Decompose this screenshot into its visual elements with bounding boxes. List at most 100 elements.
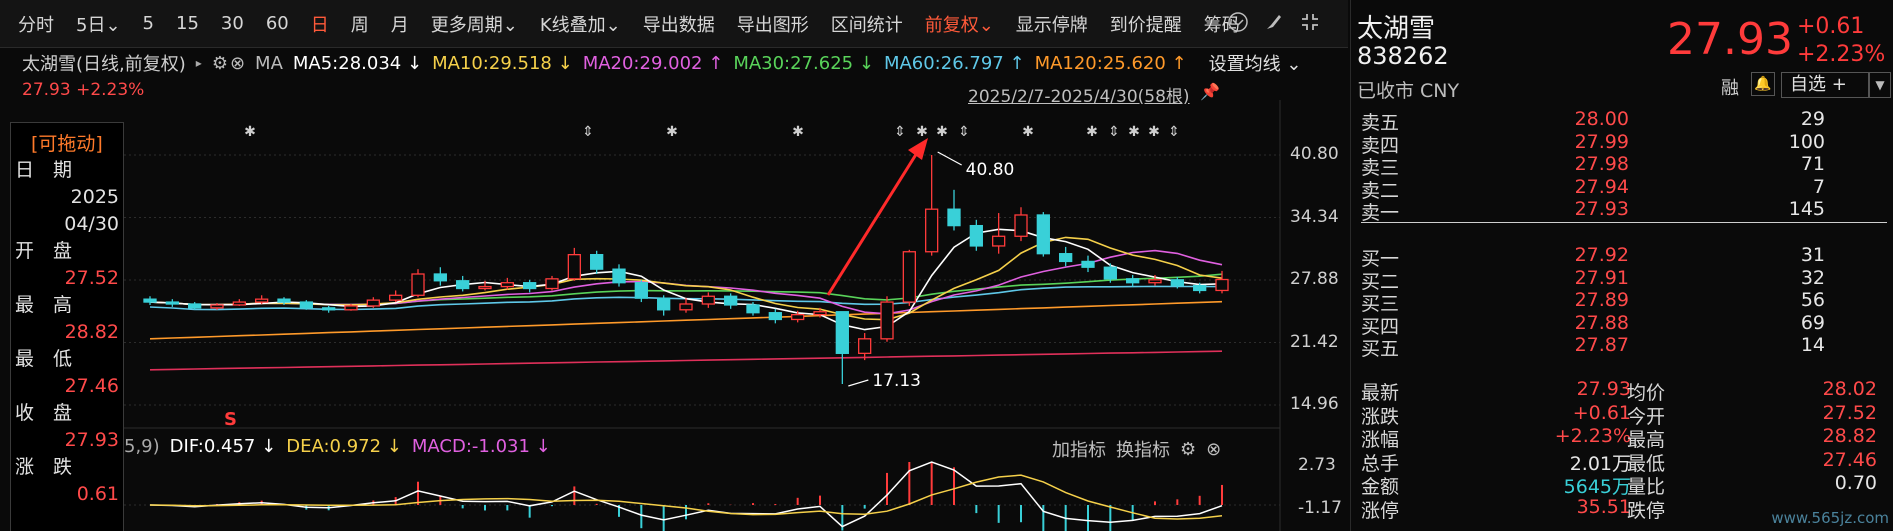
candle-body (433, 273, 447, 282)
market-status: 已收市 CNY (1357, 80, 1460, 102)
candle-body (277, 298, 291, 303)
last-price: 27.93 (1667, 14, 1793, 65)
candle-body (679, 303, 693, 311)
level-volume: 145 (1788, 198, 1825, 220)
level-volume: 31 (1800, 244, 1825, 266)
crosshair-info-panel[interactable]: [可拖动] 日 期 2025 04/30 开 盘 27.52 最 高 28.82… (10, 122, 124, 531)
y-tick-label: 34.34 (1290, 206, 1339, 227)
level-price: 27.93 (1574, 198, 1629, 220)
stats-row: 涨跌 +0.61 今开 27.52 (1351, 401, 1893, 428)
order-book-row[interactable]: 卖五 28.00 29 (1351, 108, 1893, 134)
level-volume: 14 (1800, 334, 1825, 356)
order-book-row[interactable]: 卖一 27.93 145 (1351, 198, 1893, 224)
level-price: 27.99 (1574, 130, 1629, 153)
order-book-row[interactable]: 买二 27.91 32 (1351, 267, 1893, 293)
event-marker-icon: ⇕ (1108, 124, 1120, 140)
candle-body (1103, 266, 1117, 280)
candle-body (813, 311, 827, 316)
bell-icon[interactable]: 🔔 (1751, 72, 1775, 96)
close-icon[interactable]: ⊗ (1206, 439, 1221, 460)
event-marker-icon: ✱ (916, 124, 928, 140)
stat-value: 0.70 (1834, 472, 1877, 494)
macd-value: MACD:-1.031 ↓ (411, 436, 551, 457)
stat-label: 跌停 (1627, 499, 1666, 522)
macd-params: 5,9) (124, 436, 160, 457)
high-pointer (937, 151, 962, 166)
add-indicator-button[interactable]: 加指标 (1052, 436, 1106, 462)
stats-row: 最新 27.93 均价 28.02 (1351, 378, 1893, 404)
candle-body (1170, 279, 1184, 287)
switch-indicator-button[interactable]: 换指标 (1116, 436, 1170, 462)
candle-body (456, 280, 470, 290)
order-book-row[interactable]: 买三 27.89 56 (1351, 289, 1893, 315)
price-change-pct: +2.23% (1797, 42, 1886, 67)
stats-row: 总手 2.01万 最低 27.46 (1351, 448, 1893, 475)
candle-body (322, 307, 336, 311)
candle-body (210, 304, 224, 309)
candle-body (947, 208, 961, 227)
candle-body (1193, 284, 1207, 292)
candle-body (657, 297, 671, 311)
level-price: 27.92 (1574, 244, 1629, 266)
open-value: 27.52 (64, 267, 119, 289)
candle-body (746, 304, 760, 314)
level-volume: 56 (1800, 289, 1825, 311)
level-label: 买五 (1361, 338, 1400, 360)
candle-body (1215, 278, 1229, 292)
candle-body (634, 282, 648, 299)
candle-body (969, 224, 983, 247)
candle-body (299, 301, 313, 309)
stat-value: 28.82 (1822, 425, 1877, 447)
ask-book: 卖五 28.00 29 卖四 27.99 100 卖三 27.98 71 卖二 27.94 7 卖一 27… (1351, 108, 1893, 224)
order-book-row[interactable]: 买五 27.87 14 (1351, 334, 1893, 360)
candle-body (411, 273, 425, 296)
stat-value: 35.51 (1576, 495, 1631, 518)
candle-body (478, 285, 492, 290)
high-value: 28.82 (64, 321, 119, 343)
candle-body (724, 295, 738, 306)
stock-code: 838262 (1357, 42, 1449, 70)
candle-body (1059, 253, 1073, 263)
candle-body (858, 338, 872, 354)
y-tick-label: 21.42 (1290, 331, 1339, 352)
stat-value: +2.23% (1554, 425, 1631, 447)
order-book-row[interactable]: 卖二 27.94 7 (1351, 175, 1893, 202)
stat-value: +0.61 (1572, 401, 1631, 424)
event-marker-icon: ✱ (244, 124, 256, 140)
order-book-row[interactable]: 买四 27.88 69 (1351, 311, 1893, 338)
level-volume: 7 (1812, 175, 1825, 198)
order-book-row[interactable]: 卖三 27.98 71 (1351, 153, 1893, 179)
stat-value: 27.93 (1576, 378, 1631, 400)
stock-name: 太湖雪 (1357, 14, 1436, 44)
level-volume: 69 (1800, 311, 1825, 334)
trend-arrow-head (908, 138, 928, 160)
stat-value: 27.52 (1822, 401, 1877, 424)
macd-tick-label: -1.17 (1298, 498, 1342, 518)
level-volume: 29 (1800, 108, 1825, 130)
level-price: 27.88 (1574, 311, 1629, 334)
event-marker-icon: ✱ (792, 124, 804, 140)
candle-body (344, 305, 358, 311)
ma250-line (149, 350, 1223, 371)
candle-body (366, 299, 380, 307)
date-label: 日 期 (15, 159, 73, 181)
order-book-row[interactable]: 买一 27.92 31 (1351, 244, 1893, 270)
bid-book: 买一 27.92 31 买二 27.91 32 买三 27.89 56 买四 27.88 69 买五 27… (1351, 244, 1893, 360)
candle-body (791, 313, 805, 321)
chevron-down-icon[interactable]: ▼ (1869, 72, 1891, 98)
level-volume: 100 (1788, 130, 1825, 153)
add-watchlist-button[interactable]: 自选 + (1781, 72, 1869, 98)
low-pointer (848, 379, 869, 387)
candle-body (590, 254, 604, 270)
candle-body (1148, 279, 1162, 284)
candle-body (1036, 214, 1050, 255)
level-label: 卖一 (1361, 202, 1400, 224)
event-marker-icon: ⇕ (582, 124, 594, 140)
high-label: 最 高 (15, 294, 73, 316)
stats-row: 金额 5645万 量比 0.70 (1351, 472, 1893, 498)
order-book-row[interactable]: 卖四 27.99 100 (1351, 130, 1893, 157)
stat-value: 27.46 (1822, 448, 1877, 471)
gear-icon[interactable]: ⚙ (1180, 439, 1196, 460)
candle-body (389, 294, 403, 301)
date-value: 04/30 (64, 213, 119, 235)
